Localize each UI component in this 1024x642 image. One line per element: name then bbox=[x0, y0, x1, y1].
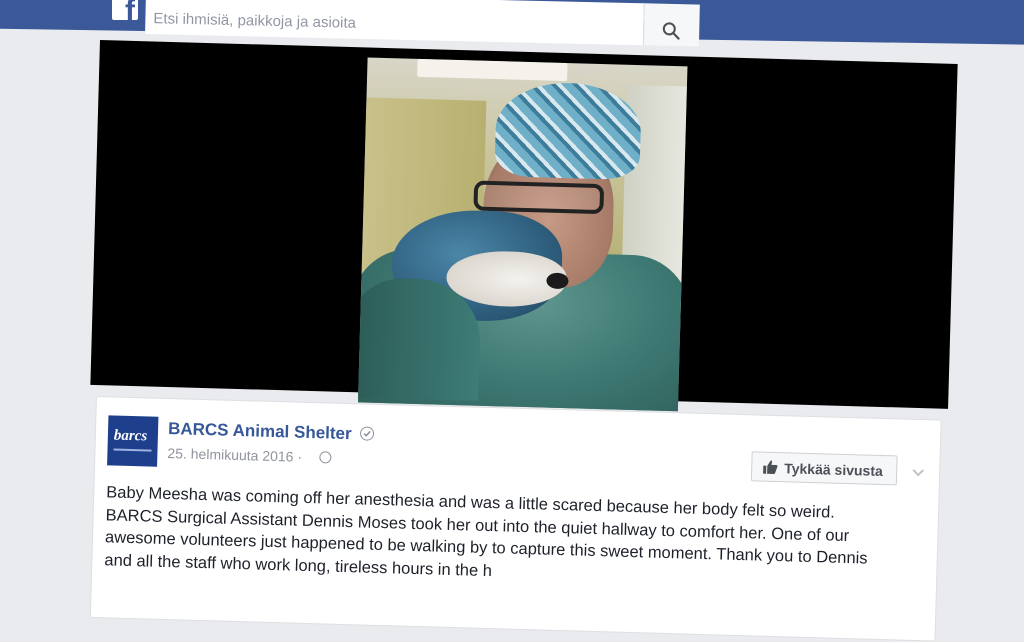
like-page-button[interactable]: Tykkää sivusta bbox=[750, 451, 898, 486]
chevron-down-icon[interactable] bbox=[911, 466, 925, 480]
search-input[interactable] bbox=[145, 0, 644, 46]
post-card: barcs BARCS Animal Shelter 25. helmikuut… bbox=[89, 396, 942, 642]
globe-icon bbox=[319, 451, 332, 464]
surgical-cap bbox=[494, 81, 642, 181]
post-text: Baby Meesha was coming off her anesthesi… bbox=[104, 481, 926, 594]
ceiling-light bbox=[417, 58, 568, 82]
search-icon bbox=[662, 22, 680, 40]
page-name-link[interactable]: BARCS Animal Shelter bbox=[168, 419, 352, 444]
like-page-label: Tykkää sivusta bbox=[784, 460, 884, 479]
glasses bbox=[473, 180, 605, 215]
search-button[interactable] bbox=[642, 3, 700, 47]
post-timestamp[interactable]: 25. helmikuuta 2016 · bbox=[167, 445, 302, 465]
video-player[interactable] bbox=[90, 40, 958, 434]
page-avatar[interactable]: barcs bbox=[107, 415, 159, 467]
avatar-logo-underline bbox=[113, 448, 152, 452]
facebook-logo-icon[interactable]: f bbox=[112, 0, 138, 20]
verified-check-icon bbox=[359, 426, 375, 441]
video-frame[interactable] bbox=[357, 57, 688, 412]
avatar-logo-text: barcs bbox=[113, 427, 148, 445]
thumbs-up-icon bbox=[763, 460, 778, 474]
